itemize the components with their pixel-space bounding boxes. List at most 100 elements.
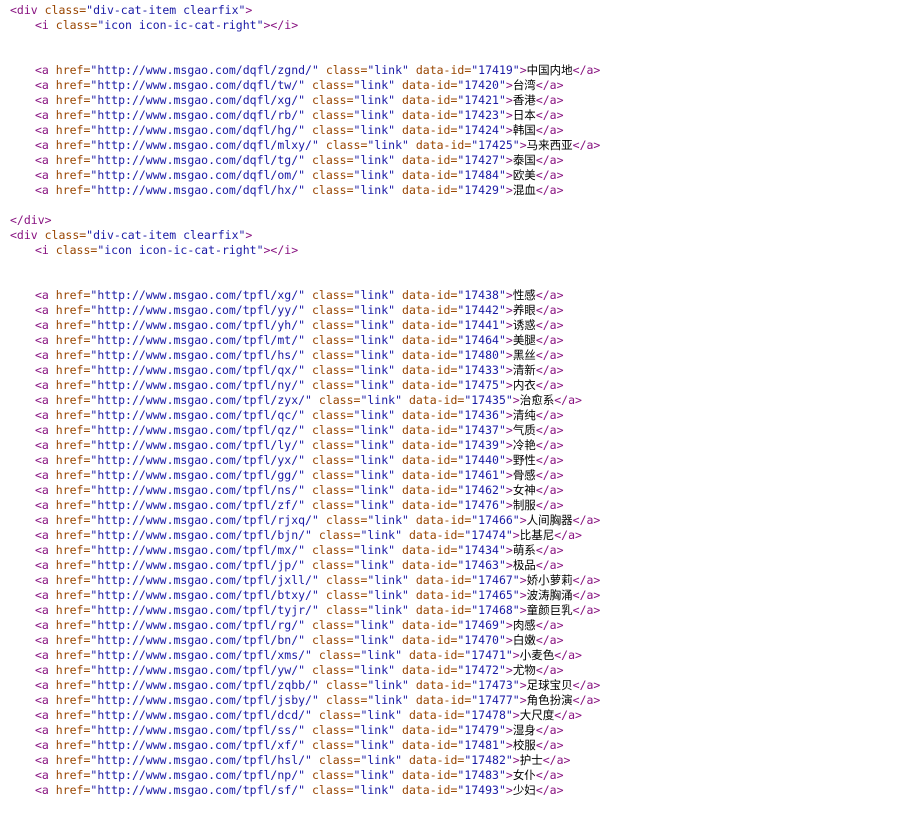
data-id-value: "17461" — [457, 468, 506, 482]
href-value[interactable]: "http://www.msgao.com/tpfl/ns/" — [90, 483, 305, 497]
attr-value: "div-cat-item clearfix" — [86, 228, 246, 242]
a-tag: <a — [35, 768, 56, 782]
attr-value: "link" — [367, 63, 409, 77]
data-id-value: "17473" — [471, 678, 520, 692]
href-value[interactable]: "http://www.msgao.com/tpfl/xms/" — [90, 648, 312, 662]
href-value[interactable]: "http://www.msgao.com/tpfl/bn/" — [90, 633, 305, 647]
link-text: 内衣 — [512, 378, 536, 392]
href-value[interactable]: "http://www.msgao.com/tpfl/rg/" — [90, 618, 305, 632]
href-value[interactable]: "http://www.msgao.com/dqfl/hg/" — [90, 123, 305, 137]
closing-div-tag: </div> — [10, 213, 52, 227]
href-value[interactable]: "http://www.msgao.com/tpfl/qx/" — [90, 363, 305, 377]
a-close-tag: </a> — [535, 738, 564, 752]
tag-end: > — [512, 528, 520, 542]
a-close-tag: </a> — [554, 708, 582, 722]
data-id-value: "17438" — [457, 288, 506, 302]
href-value[interactable]: "http://www.msgao.com/tpfl/zf/" — [90, 498, 305, 512]
link-text: 比基尼 — [519, 528, 555, 542]
href-value[interactable]: "http://www.msgao.com/dqfl/zgnd/" — [90, 63, 318, 77]
href-value[interactable]: "http://www.msgao.com/tpfl/zyx/" — [90, 393, 312, 407]
href-value[interactable]: "http://www.msgao.com/tpfl/hsl/" — [90, 753, 312, 767]
attr-name: data-id= — [402, 768, 458, 782]
href-value[interactable]: "http://www.msgao.com/dqfl/om/" — [90, 168, 305, 182]
link-line: <a href="http://www.msgao.com/tpfl/jsby/… — [10, 693, 600, 708]
attr-name: data-id= — [402, 168, 458, 182]
attr-name: data-id= — [402, 423, 458, 437]
a-tag: <a — [35, 183, 56, 197]
href-value[interactable]: "http://www.msgao.com/tpfl/rjxq/" — [90, 513, 318, 527]
tag-end: ></i> — [263, 18, 299, 32]
link-line: <a href="http://www.msgao.com/tpfl/ly/" … — [10, 438, 600, 453]
href-value[interactable]: "http://www.msgao.com/dqfl/hx/" — [90, 183, 305, 197]
href-value[interactable]: "http://www.msgao.com/tpfl/tyjr/" — [90, 603, 318, 617]
href-value[interactable]: "http://www.msgao.com/tpfl/yw/" — [90, 663, 305, 677]
link-line: <a href="http://www.msgao.com/tpfl/btxy/… — [10, 588, 600, 603]
href-value[interactable]: "http://www.msgao.com/tpfl/ly/" — [90, 438, 305, 452]
attr-name: href= — [55, 498, 91, 512]
a-tag: <a — [35, 408, 56, 422]
href-value[interactable]: "http://www.msgao.com/tpfl/qc/" — [90, 408, 305, 422]
link-text: 混血 — [512, 183, 536, 197]
href-value[interactable]: "http://www.msgao.com/tpfl/sf/" — [90, 783, 305, 797]
href-value[interactable]: "http://www.msgao.com/tpfl/jxll/" — [90, 573, 318, 587]
tag-end: > — [505, 303, 513, 317]
data-id-value: "17436" — [457, 408, 506, 422]
href-value[interactable]: "http://www.msgao.com/tpfl/gg/" — [90, 468, 305, 482]
link-text: 尤物 — [512, 663, 536, 677]
link-text: 泰国 — [512, 153, 536, 167]
attr-value: "link" — [360, 393, 402, 407]
link-text: 治愈系 — [519, 393, 555, 407]
attr-value: "link" — [360, 708, 402, 722]
attr-value: "icon icon-ic-cat-right" — [97, 18, 264, 32]
a-tag: <a — [35, 108, 56, 122]
attr-name: class= — [311, 483, 354, 497]
href-value[interactable]: "http://www.msgao.com/tpfl/xg/" — [90, 288, 305, 302]
a-tag: <a — [35, 738, 56, 752]
data-id-value: "17467" — [471, 573, 520, 587]
attr-name: data-id= — [408, 393, 465, 407]
a-tag: <a — [35, 723, 56, 737]
href-value[interactable]: "http://www.msgao.com/dqfl/rb/" — [90, 108, 305, 122]
attr-value: "link" — [367, 693, 409, 707]
attr-name: class= — [325, 693, 368, 707]
href-value[interactable]: "http://www.msgao.com/tpfl/btxy/" — [90, 588, 318, 602]
href-value[interactable]: "http://www.msgao.com/tpfl/yx/" — [90, 453, 305, 467]
href-value[interactable]: "http://www.msgao.com/tpfl/hs/" — [90, 348, 305, 362]
href-value[interactable]: "http://www.msgao.com/tpfl/mt/" — [90, 333, 305, 347]
href-value[interactable]: "http://www.msgao.com/tpfl/qz/" — [90, 423, 305, 437]
link-text: 湿身 — [512, 723, 536, 737]
href-value[interactable]: "http://www.msgao.com/tpfl/ny/" — [90, 378, 305, 392]
attr-value: "link" — [353, 363, 396, 377]
link-text: 小麦色 — [519, 648, 555, 662]
attr-value: "link" — [353, 78, 396, 92]
link-text: 性感 — [512, 288, 536, 302]
href-value[interactable]: "http://www.msgao.com/tpfl/bjn/" — [90, 528, 312, 542]
a-close-tag: </a> — [535, 633, 564, 647]
href-value[interactable]: "http://www.msgao.com/tpfl/zqbb/" — [90, 678, 318, 692]
href-value[interactable]: "http://www.msgao.com/tpfl/yh/" — [90, 318, 305, 332]
attr-name: class= — [311, 303, 354, 317]
href-value[interactable]: "http://www.msgao.com/dqfl/tw/" — [90, 78, 305, 92]
href-value[interactable]: "http://www.msgao.com/tpfl/xf/" — [90, 738, 305, 752]
link-text: 气质 — [512, 423, 536, 437]
href-value[interactable]: "http://www.msgao.com/tpfl/np/" — [90, 768, 305, 782]
attr-value: "link" — [353, 333, 396, 347]
link-text: 清纯 — [512, 408, 536, 422]
href-value[interactable]: "http://www.msgao.com/dqfl/xg/" — [90, 93, 305, 107]
href-value[interactable]: "http://www.msgao.com/tpfl/jp/" — [90, 558, 305, 572]
href-value[interactable]: "http://www.msgao.com/dqfl/mlxy/" — [90, 138, 318, 152]
i-tag: <i — [35, 243, 56, 257]
href-value[interactable]: "http://www.msgao.com/tpfl/yy/" — [90, 303, 305, 317]
attr-name: data-id= — [402, 78, 458, 92]
link-line: <a href="http://www.msgao.com/tpfl/yh/" … — [10, 318, 600, 333]
data-id-value: "17421" — [457, 93, 506, 107]
href-value[interactable]: "http://www.msgao.com/tpfl/dcd/" — [90, 708, 312, 722]
a-close-tag: </a> — [572, 693, 601, 707]
href-value[interactable]: "http://www.msgao.com/tpfl/mx/" — [90, 543, 305, 557]
href-value[interactable]: "http://www.msgao.com/dqfl/tg/" — [90, 153, 305, 167]
data-id-value: "17464" — [457, 333, 506, 347]
href-value[interactable]: "http://www.msgao.com/tpfl/jsby/" — [90, 693, 318, 707]
href-value[interactable]: "http://www.msgao.com/tpfl/ss/" — [90, 723, 305, 737]
attr-value: "link" — [353, 738, 396, 752]
